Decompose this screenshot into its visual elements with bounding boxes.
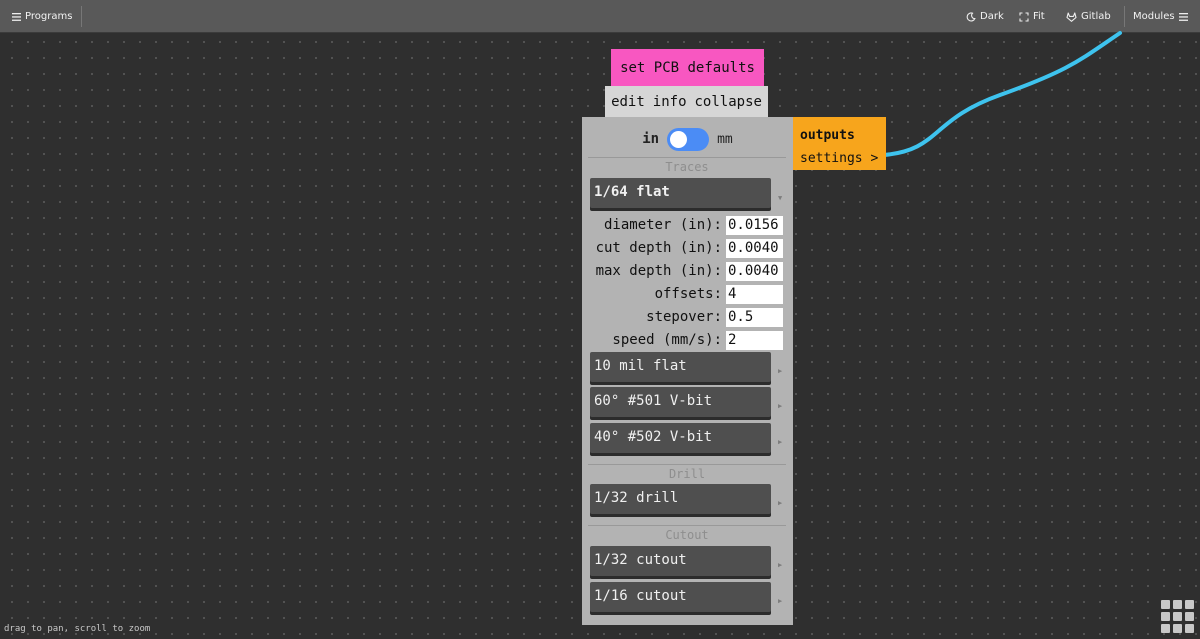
unit-in-label: in (642, 131, 660, 147)
max-depth-input[interactable] (726, 261, 783, 281)
modules-label: Modules (1133, 11, 1175, 22)
gitlab-link[interactable]: Gitlab (1066, 0, 1111, 33)
divider (81, 6, 82, 27)
node-title[interactable]: set PCB defaults (611, 49, 764, 86)
param-label: diameter (in): (603, 217, 722, 233)
node-tabs: edit info collapse (605, 86, 768, 117)
expand-arrow-icon[interactable]: ▶ (778, 561, 782, 569)
param-label: offsets: (654, 286, 722, 302)
stepover-input[interactable] (726, 307, 783, 327)
edit-tab[interactable]: edit (611, 94, 645, 110)
dark-mode-button[interactable]: Dark (966, 0, 1004, 33)
info-tab[interactable]: info (653, 94, 687, 110)
programs-label: Programs (25, 11, 73, 22)
section-label-drill: Drill (588, 464, 786, 481)
unit-toggle[interactable] (667, 127, 710, 151)
speed-input[interactable] (726, 330, 783, 350)
tool-button[interactable]: 40° #502 V-bit (590, 423, 771, 453)
param-stepover: stepover: (590, 307, 783, 327)
dark-label: Dark (980, 11, 1004, 22)
fit-icon (1019, 11, 1029, 22)
tool-button[interactable]: 60° #501 V-bit (590, 387, 771, 417)
hamburger-icon (1178, 12, 1188, 21)
node-body: in mm Traces 1/64 flat ▼ diameter (in): … (582, 117, 793, 625)
param-label: cut depth (in): (595, 240, 722, 256)
unit-mm-label: mm (717, 131, 733, 147)
param-diameter: diameter (in): (590, 215, 783, 235)
tool-button[interactable]: 1/32 cutout (590, 546, 771, 576)
param-max-depth: max depth (in): (590, 261, 783, 281)
expand-arrow-icon[interactable]: ▶ (778, 499, 782, 507)
tool-button[interactable]: 10 mil flat (590, 352, 771, 382)
hamburger-icon (12, 12, 21, 21)
gitlab-icon (1066, 11, 1077, 22)
tool-button[interactable]: 1/64 flat (590, 178, 771, 208)
toggle-knob (670, 130, 688, 148)
expand-arrow-icon[interactable]: ▶ (778, 402, 782, 410)
diameter-input[interactable] (726, 215, 783, 235)
param-label: stepover: (646, 309, 722, 325)
programs-menu-button[interactable]: Programs (12, 0, 72, 33)
unit-toggle-row: in mm (582, 126, 793, 152)
param-label: max depth (in): (595, 263, 722, 279)
expand-arrow-icon[interactable]: ▶ (778, 438, 782, 446)
collapse-tab[interactable]: collapse (695, 94, 762, 110)
expand-arrow-icon[interactable]: ▶ (778, 597, 782, 605)
tool-button[interactable]: 1/32 drill (590, 484, 771, 514)
settings-output-port[interactable]: settings > (800, 147, 886, 170)
grid-icon[interactable] (1161, 600, 1197, 636)
outputs-title: outputs (800, 128, 855, 143)
fit-label: Fit (1033, 11, 1045, 22)
param-speed: speed (mm/s): (590, 330, 783, 350)
param-offsets: offsets: (590, 284, 783, 304)
offsets-input[interactable] (726, 284, 783, 304)
fit-button[interactable]: Fit (1019, 0, 1045, 33)
divider (1124, 6, 1125, 27)
section-label-cutout: Cutout (588, 525, 786, 542)
top-bar: Programs Dark Fit Gitlab Modules (0, 0, 1200, 33)
moon-icon (966, 11, 976, 22)
expand-arrow-icon[interactable]: ▼ (778, 194, 782, 202)
expand-arrow-icon[interactable]: ▶ (778, 367, 782, 375)
param-cut-depth: cut depth (in): (590, 238, 783, 258)
outputs-port-panel: outputs settings > (793, 117, 886, 170)
canvas-hint: drag to pan, scroll to zoom (4, 624, 151, 634)
section-label-traces: Traces (588, 157, 786, 174)
gitlab-label: Gitlab (1081, 11, 1111, 22)
modules-menu-button[interactable]: Modules (1133, 0, 1188, 33)
tool-button[interactable]: 1/16 cutout (590, 582, 771, 612)
param-label: speed (mm/s): (612, 332, 722, 348)
cut-depth-input[interactable] (726, 238, 783, 258)
